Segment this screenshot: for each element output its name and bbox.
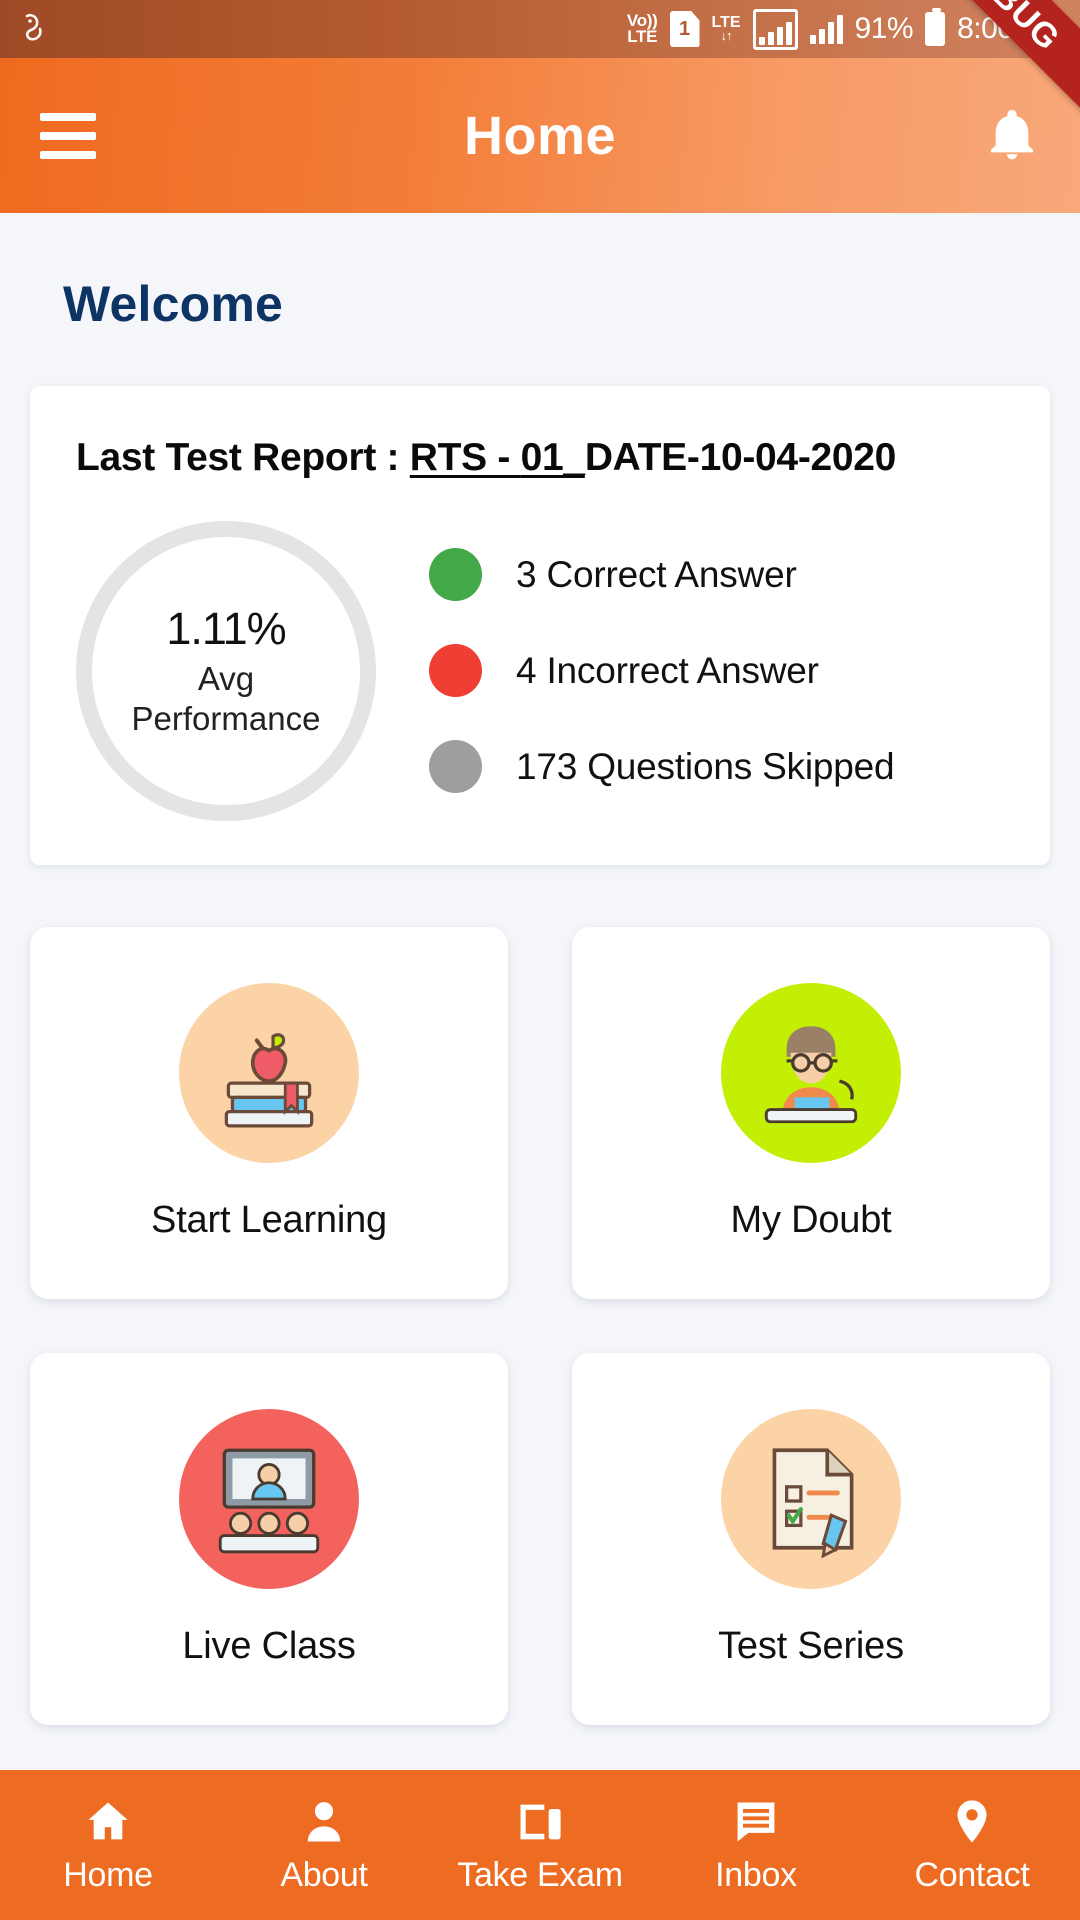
nav-label-contact: Contact <box>914 1855 1030 1894</box>
status-bar: Vo))LTE 1 LTE↓↑ 91% 8:00 pm <box>0 0 1080 58</box>
avg-performance-label: Avg Performance <box>131 659 321 737</box>
nav-item-take-exam[interactable]: Take Exam <box>432 1796 648 1895</box>
avg-performance-donut: 1.11% Avg Performance <box>76 520 376 821</box>
legend-label-skipped: 173 Questions Skipped <box>516 745 895 787</box>
report-body: 1.11% Avg Performance 3 Correct Answer 4 … <box>76 520 1004 821</box>
sim-card-icon: 1 <box>669 11 700 47</box>
legend-item-correct: 3 Correct Answer <box>429 548 894 602</box>
bottom-navigation: Home About Take Exam Inbox Contact <box>0 1770 1080 1920</box>
uc-browser-icon <box>18 12 52 46</box>
tile-label-live-class: Live Class <box>182 1625 356 1668</box>
tile-label-start-learning: Start Learning <box>151 1199 387 1242</box>
welcome-heading: Welcome <box>63 276 284 332</box>
tile-test-series[interactable]: Test Series <box>572 1352 1050 1725</box>
report-title-prefix: Last Test Report : <box>76 436 410 479</box>
nav-label-inbox: Inbox <box>715 1855 797 1894</box>
legend-dot-incorrect <box>429 644 482 698</box>
nav-label-about: About <box>280 1855 368 1894</box>
nav-item-home[interactable]: Home <box>0 1796 216 1895</box>
classroom-icon <box>179 1409 359 1590</box>
books-apple-icon <box>179 983 359 1164</box>
report-title-link-1[interactable]: RTS - <box>410 436 521 479</box>
page-title: Home <box>463 105 617 166</box>
report-title-rest: DATE-10-04-2020 <box>584 436 897 479</box>
legend-item-skipped: 173 Questions Skipped <box>429 740 895 794</box>
exam-paper-icon <box>721 1409 901 1590</box>
chat-icon <box>730 1796 782 1848</box>
signal-strength-2-icon <box>809 14 843 44</box>
tile-label-my-doubt: My Doubt <box>730 1199 892 1242</box>
person-icon <box>298 1796 350 1848</box>
tile-start-learning[interactable]: Start Learning <box>30 926 508 1299</box>
volte-icon: Vo)) LTE <box>626 10 658 46</box>
report-title-link-2[interactable]: 01_ <box>521 436 585 479</box>
nav-item-about[interactable]: About <box>216 1796 432 1895</box>
main-content: Welcome Last Test Report : RTS - 01_DATE… <box>0 213 1080 1920</box>
last-test-report-card[interactable]: Last Test Report : RTS - 01_DATE-10-04-2… <box>30 386 1050 865</box>
legend-dot-correct <box>429 548 482 602</box>
battery-percent-label: 91% <box>854 12 914 45</box>
nav-label-home: Home <box>63 1855 153 1894</box>
home-icon <box>82 1796 134 1848</box>
app-bar: Home <box>0 58 1080 213</box>
legend-item-incorrect: 4 Incorrect Answer <box>429 644 894 698</box>
nav-label-take-exam: Take Exam <box>457 1855 623 1894</box>
legend-label-incorrect: 4 Incorrect Answer <box>516 649 819 691</box>
tile-label-test-series: Test Series <box>718 1625 904 1668</box>
nav-item-inbox[interactable]: Inbox <box>648 1796 864 1895</box>
status-bar-left <box>18 12 52 46</box>
teacher-icon <box>721 983 901 1164</box>
legend-label-correct: 3 Correct Answer <box>516 553 797 595</box>
tile-live-class[interactable]: Live Class <box>30 1352 508 1725</box>
signal-strength-1-icon <box>752 8 798 50</box>
report-legend: 3 Correct Answer 4 Incorrect Answer 173 … <box>429 548 895 794</box>
nav-item-contact[interactable]: Contact <box>864 1796 1080 1895</box>
location-pin-icon <box>946 1796 998 1848</box>
feature-tiles: Start Learning My Doubt Live Class Test … <box>30 926 1050 1725</box>
avg-performance-value: 1.11% <box>166 602 286 654</box>
tile-my-doubt[interactable]: My Doubt <box>572 926 1050 1299</box>
report-title: Last Test Report : RTS - 01_DATE-10-04-2… <box>76 433 1004 483</box>
devices-icon <box>514 1796 566 1848</box>
hamburger-menu-icon[interactable] <box>40 112 96 159</box>
legend-dot-skipped <box>429 740 482 794</box>
bell-icon[interactable] <box>984 108 1040 164</box>
battery-icon <box>925 8 946 46</box>
lte-data-icon: LTE ↓↑ <box>711 14 741 44</box>
